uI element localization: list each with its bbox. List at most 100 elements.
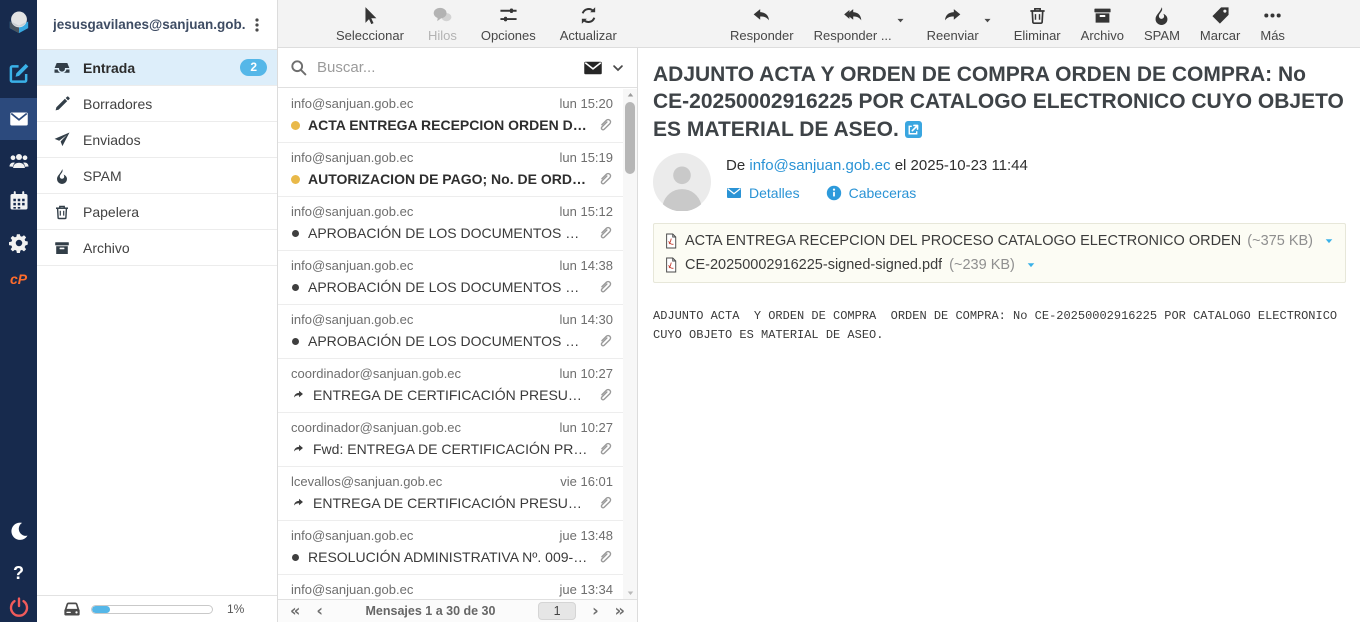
attachment-menu-caret-icon[interactable] — [1323, 235, 1335, 247]
fire-icon — [53, 167, 70, 184]
paper-plane-icon — [53, 131, 70, 148]
message-list-item[interactable]: info@sanjuan.gob.ecjue 13:34 — [278, 575, 623, 599]
message-subject: ENTREGA DE CERTIFICACIÓN PRESUPUEST... — [313, 495, 588, 511]
toolbar-button-label: Archivo — [1081, 28, 1124, 43]
quota-indicator: 1% — [37, 595, 277, 622]
kebab-menu-icon[interactable] — [245, 13, 269, 37]
sidebar-item-spam[interactable]: SPAM — [37, 158, 277, 194]
list-scrollbar[interactable] — [623, 89, 637, 599]
message-subject-text: ADJUNTO ACTA Y ORDEN DE COMPRA ORDEN DE … — [653, 63, 1344, 141]
hilos-button[interactable]: Hilos — [428, 6, 457, 43]
message-subject: APROBACIÓN DE LOS DOCUMENTOS DE LA... — [308, 225, 588, 241]
opciones-button[interactable]: Opciones — [481, 6, 536, 43]
eliminar-button[interactable]: Eliminar — [1014, 6, 1061, 43]
message-list-item[interactable]: info@sanjuan.gob.eclun 15:19AUTORIZACION… — [278, 143, 623, 197]
forwarded-icon — [291, 443, 305, 455]
search-bar — [278, 48, 637, 88]
headers-label: Cabeceras — [849, 185, 917, 201]
más-button[interactable]: Más — [1260, 6, 1285, 43]
message-date: lun 15:12 — [560, 204, 614, 219]
message-list-item[interactable]: info@sanjuan.gob.eclun 14:30APROBACIÓN D… — [278, 305, 623, 359]
message-list-item[interactable]: info@sanjuan.gob.eclun 15:12APROBACIÓN D… — [278, 197, 623, 251]
message-list-item[interactable]: coordinador@sanjuan.gob.eclun 10:27Fwd: … — [278, 413, 623, 467]
folder-list: Entrada2BorradoresEnviados SPAM Papelera Ar… — [37, 50, 277, 266]
attachment-name[interactable]: CE-20250002916225-signed-signed.pdf — [685, 257, 942, 273]
message-list-item[interactable]: info@sanjuan.gob.eclun 14:38APROBACIÓN D… — [278, 251, 623, 305]
seleccionar-button[interactable]: Seleccionar — [336, 6, 404, 43]
quota-progress-bar — [91, 605, 213, 614]
search-options-chevron-icon[interactable] — [611, 61, 625, 75]
search-input[interactable] — [315, 58, 575, 77]
message-list-item[interactable]: lcevallos@sanjuan.gob.ecvie 16:01ENTREGA… — [278, 467, 623, 521]
attachment-menu-caret-icon[interactable] — [1025, 259, 1037, 271]
calendar-button[interactable] — [0, 186, 37, 216]
sidebar-item-entrada[interactable]: Entrada2 — [37, 50, 277, 86]
details-toggle[interactable]: Detalles — [726, 185, 800, 201]
read-dot-icon — [292, 230, 299, 237]
contacts-button[interactable] — [0, 146, 37, 176]
headers-toggle[interactable]: Cabeceras — [826, 185, 917, 201]
sidebar-item-archivo[interactable]: Archivo — [37, 230, 277, 266]
dropdown-caret-icon[interactable] — [895, 15, 907, 26]
toolbar-button-label: SPAM — [1144, 28, 1180, 43]
message-list-item[interactable]: info@sanjuan.gob.ecjue 13:48RESOLUCIÓN A… — [278, 521, 623, 575]
attachment-list: ACTA ENTREGA RECEPCION DEL PROCESO CATAL… — [664, 229, 1335, 277]
reenviar-button[interactable]: Reenviar — [927, 6, 979, 43]
spam-button[interactable]: SPAM — [1144, 6, 1180, 43]
darkmode-button[interactable] — [0, 516, 37, 546]
message-list-item[interactable]: coordinador@sanjuan.gob.eclun 10:27ENTRE… — [278, 359, 623, 413]
message-subject: ENTREGA DE CERTIFICACIÓN PRESUPUEST... — [313, 387, 588, 403]
attachment-item[interactable]: ACTA ENTREGA RECEPCION DEL PROCESO CATAL… — [664, 229, 1335, 253]
logout-button[interactable] — [0, 592, 37, 622]
scroll-down-icon[interactable] — [623, 587, 637, 599]
message-subject: ADJUNTO ACTA Y ORDEN DE COMPRA ORDEN DE … — [653, 61, 1346, 143]
last-page-button[interactable]: » — [615, 603, 625, 619]
attachment-name[interactable]: ACTA ENTREGA RECEPCION DEL PROCESO CATAL… — [685, 233, 1240, 249]
dropdown-caret-icon[interactable] — [982, 15, 994, 26]
message-date: lun 14:30 — [560, 312, 614, 327]
folder-label: SPAM — [83, 168, 267, 184]
sidebar-item-enviados[interactable]: Enviados — [37, 122, 277, 158]
actualizar-button[interactable]: Actualizar — [560, 6, 617, 43]
next-page-button[interactable]: › — [592, 603, 599, 619]
scroll-up-icon[interactable] — [623, 89, 637, 101]
responder-button[interactable]: Responder ... — [814, 6, 892, 43]
quota-progress-fill — [92, 606, 110, 613]
sidebar-item-papelera[interactable]: Papelera — [37, 194, 277, 230]
cpanel-button[interactable]: cP — [0, 264, 37, 294]
message-subject: ACTA ENTREGA RECEPCION ORDEN DE CO... — [308, 117, 588, 133]
first-page-button[interactable]: « — [290, 603, 300, 619]
info-icon — [826, 185, 842, 201]
scrollbar-thumb[interactable] — [625, 102, 635, 174]
help-button[interactable]: ? — [0, 558, 37, 588]
message-toolbar: Responder Responder ... Reenviar Eliminar Ar… — [730, 0, 1285, 48]
archivo-button[interactable]: Archivo — [1081, 6, 1124, 43]
pagination-bar: « ‹ Mensajes 1 a 30 de 30 1 › » — [278, 599, 637, 622]
responder-button[interactable]: Responder — [730, 6, 794, 43]
pdf-icon — [664, 257, 678, 273]
message-date: lun 15:19 — [560, 150, 614, 165]
folder-sidebar: jesusgavilanes@sanjuan.gob.... Entrada2B… — [37, 0, 278, 622]
folder-label: Papelera — [83, 204, 267, 220]
attachment-size: (~375 KB) — [1247, 233, 1313, 249]
read-dot-icon — [292, 338, 299, 345]
paperclip-icon — [596, 117, 613, 133]
settings-button[interactable] — [0, 228, 37, 258]
inbox-icon — [53, 59, 70, 76]
top-toolbar: Seleccionar Hilos Opciones Actualizar Respo… — [278, 0, 1360, 48]
compose-button[interactable] — [0, 58, 37, 88]
external-link-icon[interactable] — [905, 121, 922, 138]
message-date: jue 13:34 — [560, 582, 614, 597]
message-list-item[interactable]: info@sanjuan.gob.eclun 15:20ACTA ENTREGA… — [278, 89, 623, 143]
current-page-box[interactable]: 1 — [538, 602, 576, 620]
pagination-label: Mensajes 1 a 30 de 30 — [339, 604, 522, 618]
from-email-link[interactable]: info@sanjuan.gob.ec — [749, 157, 890, 174]
message-date: lun 10:27 — [560, 420, 614, 435]
mail-button[interactable] — [0, 98, 37, 140]
prev-page-button[interactable]: ‹ — [316, 603, 323, 619]
attachment-item[interactable]: CE-20250002916225-signed-signed.pdf(~239… — [664, 253, 1335, 277]
search-scope-envelope-icon[interactable] — [583, 58, 603, 78]
archive-icon — [1093, 6, 1112, 26]
marcar-button[interactable]: Marcar — [1200, 6, 1240, 43]
sidebar-item-borradores[interactable]: Borradores — [37, 86, 277, 122]
